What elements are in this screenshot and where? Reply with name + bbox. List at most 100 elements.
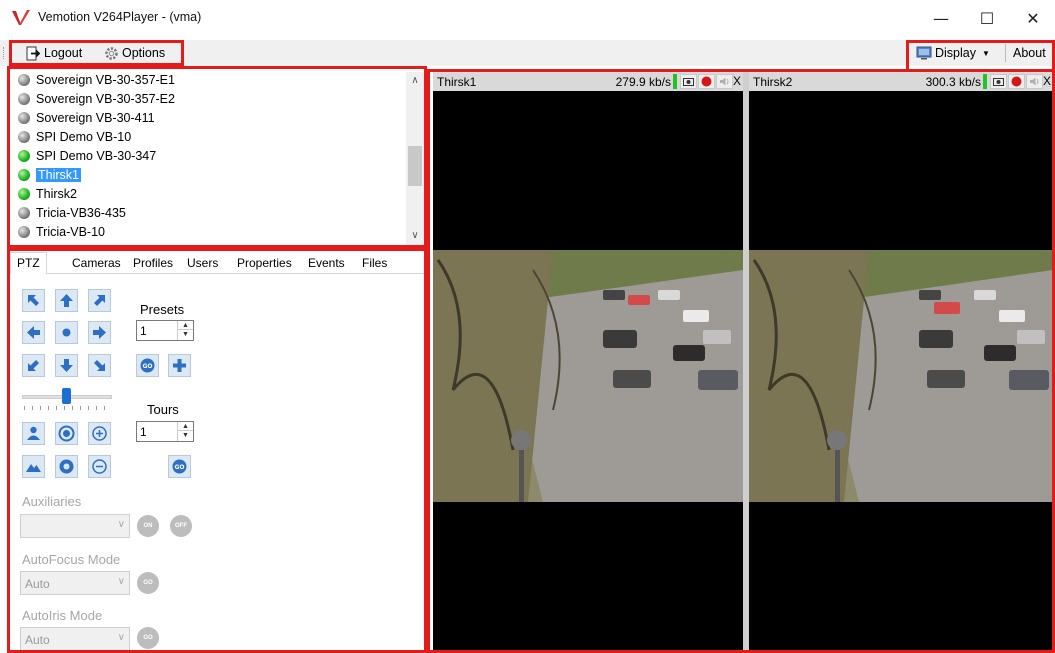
camera-name: SPI Demo VB-30-347	[36, 148, 157, 163]
camera-list-item[interactable]: SPI Demo VB-10	[18, 127, 131, 146]
tour-go-button[interactable]: GO	[168, 455, 191, 478]
aux-off-button[interactable]: OFF	[170, 515, 192, 537]
tab-cameras[interactable]: Cameras	[72, 256, 121, 270]
tab-users[interactable]: Users	[187, 256, 218, 270]
display-dropdown[interactable]: Display ▼	[916, 44, 990, 62]
camera-name: SPI Demo VB-10	[36, 129, 132, 144]
camera-name: Sovereign VB-30-357-E2	[36, 91, 175, 106]
stepper-up-icon[interactable]: ▲	[178, 321, 193, 330]
close-video-button[interactable]: X	[1043, 74, 1051, 88]
tab-ptz[interactable]: PTZ	[10, 252, 47, 275]
iris-open-icon	[58, 425, 75, 442]
stepper-down-icon[interactable]: ▼	[178, 431, 193, 440]
logout-icon	[26, 46, 41, 60]
zoom-out-button[interactable]	[88, 455, 111, 478]
pan-down-left-button[interactable]	[22, 354, 45, 377]
pan-up-left-button[interactable]	[22, 289, 45, 312]
tab-files[interactable]: Files	[362, 256, 387, 270]
focus-near-button[interactable]	[22, 422, 45, 445]
snapshot-button[interactable]	[680, 74, 697, 89]
maximize-button[interactable]: ☐	[964, 0, 1010, 36]
autofocus-select[interactable]: Auto ∨	[20, 571, 130, 595]
camera-list-item[interactable]: Sovereign VB-30-411	[18, 108, 155, 127]
camera-list-item[interactable]: SPI Demo VB-30-347	[18, 146, 156, 165]
tab-events[interactable]: Events	[308, 256, 345, 270]
focus-far-button[interactable]	[22, 455, 45, 478]
display-label: Display	[935, 46, 976, 60]
tilt-down-button[interactable]	[55, 354, 78, 377]
video-header: Thirsk2 300.3 kb/s X	[749, 72, 1053, 91]
about-button[interactable]: About	[1013, 44, 1046, 62]
video-pane-thirsk2[interactable]: Thirsk2 300.3 kb/s X	[749, 72, 1053, 653]
scroll-up-icon[interactable]: ∧	[406, 72, 424, 88]
auxiliaries-label: Auxiliaries	[22, 494, 82, 509]
iris-open-button[interactable]	[55, 422, 78, 445]
mountain-icon	[26, 464, 41, 472]
toolbar-grip[interactable]	[3, 47, 6, 59]
camera-list-item[interactable]: Thirsk2	[18, 184, 77, 203]
preset-go-button[interactable]: GO	[136, 354, 159, 377]
off-text: OFF	[175, 523, 187, 529]
snapshot-button[interactable]	[990, 74, 1007, 89]
stepper-down-icon[interactable]: ▼	[178, 330, 193, 339]
audio-button[interactable]	[716, 74, 733, 89]
audio-button[interactable]	[1026, 74, 1043, 89]
pan-left-button[interactable]	[22, 321, 45, 344]
tab-properties[interactable]: Properties	[237, 256, 292, 270]
close-button[interactable]: ✕	[1010, 0, 1055, 36]
aux-on-button[interactable]: ON	[137, 515, 159, 537]
arrow-left-icon	[27, 326, 40, 339]
pan-up-right-button[interactable]	[88, 289, 111, 312]
video-pane-thirsk1[interactable]: Thirsk1 279.9 kb/s X	[433, 72, 743, 653]
speaker-icon	[720, 77, 729, 86]
autoiris-select[interactable]: Auto ∨	[20, 627, 130, 651]
status-offline-icon	[18, 92, 30, 105]
camera-list-scrollbar[interactable]: ∧ ∨	[406, 72, 424, 245]
zoom-slider-thumb[interactable]	[62, 388, 71, 404]
logout-label: Logout	[44, 46, 83, 60]
autoiris-go-button[interactable]: GO	[137, 627, 159, 649]
record-button[interactable]	[698, 74, 715, 89]
camera-name: Sovereign VB-30-411	[36, 110, 155, 125]
pan-right-button[interactable]	[88, 321, 111, 344]
minimize-button[interactable]: —	[918, 0, 964, 36]
presets-stepper[interactable]: 1 ▲ ▼	[136, 320, 194, 341]
chevron-down-icon: ∨	[117, 519, 125, 530]
scroll-down-icon[interactable]: ∨	[406, 227, 424, 243]
scroll-thumb[interactable]	[408, 146, 422, 186]
camera-list-item[interactable]: Tricia-VB-10	[18, 222, 105, 241]
close-video-button[interactable]: X	[733, 74, 741, 88]
tab-profiles[interactable]: Profiles	[133, 256, 173, 270]
camera-list-item[interactable]: Tricia-VB36-435	[18, 203, 126, 222]
stepper-up-icon[interactable]: ▲	[178, 422, 193, 431]
logout-button[interactable]: Logout	[26, 44, 82, 62]
iris-close-button[interactable]	[55, 455, 78, 478]
chevron-down-icon: ∨	[117, 632, 125, 643]
autofocus-go-button[interactable]: GO	[137, 572, 159, 594]
zoom-in-button[interactable]	[88, 422, 111, 445]
record-icon	[1011, 76, 1022, 87]
options-button[interactable]: Options	[104, 44, 165, 62]
monitor-icon	[916, 46, 932, 60]
zoom-out-icon	[92, 459, 107, 474]
camera-icon	[993, 78, 1004, 86]
auxiliaries-select[interactable]: ∨	[20, 514, 130, 538]
camera-name: Tricia-VB36-435	[36, 205, 126, 220]
pan-down-right-button[interactable]	[88, 354, 111, 377]
camera-list-item[interactable]: Sovereign VB-30-357-E2	[18, 89, 175, 108]
preset-add-button[interactable]	[168, 354, 191, 377]
arrow-down-icon	[60, 359, 73, 372]
tours-stepper[interactable]: 1 ▲ ▼	[136, 421, 194, 442]
tilt-up-button[interactable]	[55, 289, 78, 312]
presets-value: 1	[140, 324, 147, 338]
zoom-slider[interactable]	[22, 388, 112, 416]
camera-list-item[interactable]: Sovereign VB-30-357-E1	[18, 70, 175, 89]
tab-bar: PTZ Cameras Profiles Users Properties Ev…	[10, 250, 424, 275]
ptz-home-button[interactable]	[55, 321, 78, 344]
record-button[interactable]	[1008, 74, 1025, 89]
camera-feed-image	[433, 250, 743, 502]
camera-list[interactable]: Sovereign VB-30-357-E1 Sovereign VB-30-35…	[10, 68, 424, 245]
signal-indicator	[673, 74, 677, 89]
camera-list-item[interactable]: Thirsk1	[18, 165, 81, 184]
ptz-panel: Presets 1 ▲ ▼ GO Tours 1 ▲ ▼ GO Auxiliar…	[10, 274, 424, 653]
